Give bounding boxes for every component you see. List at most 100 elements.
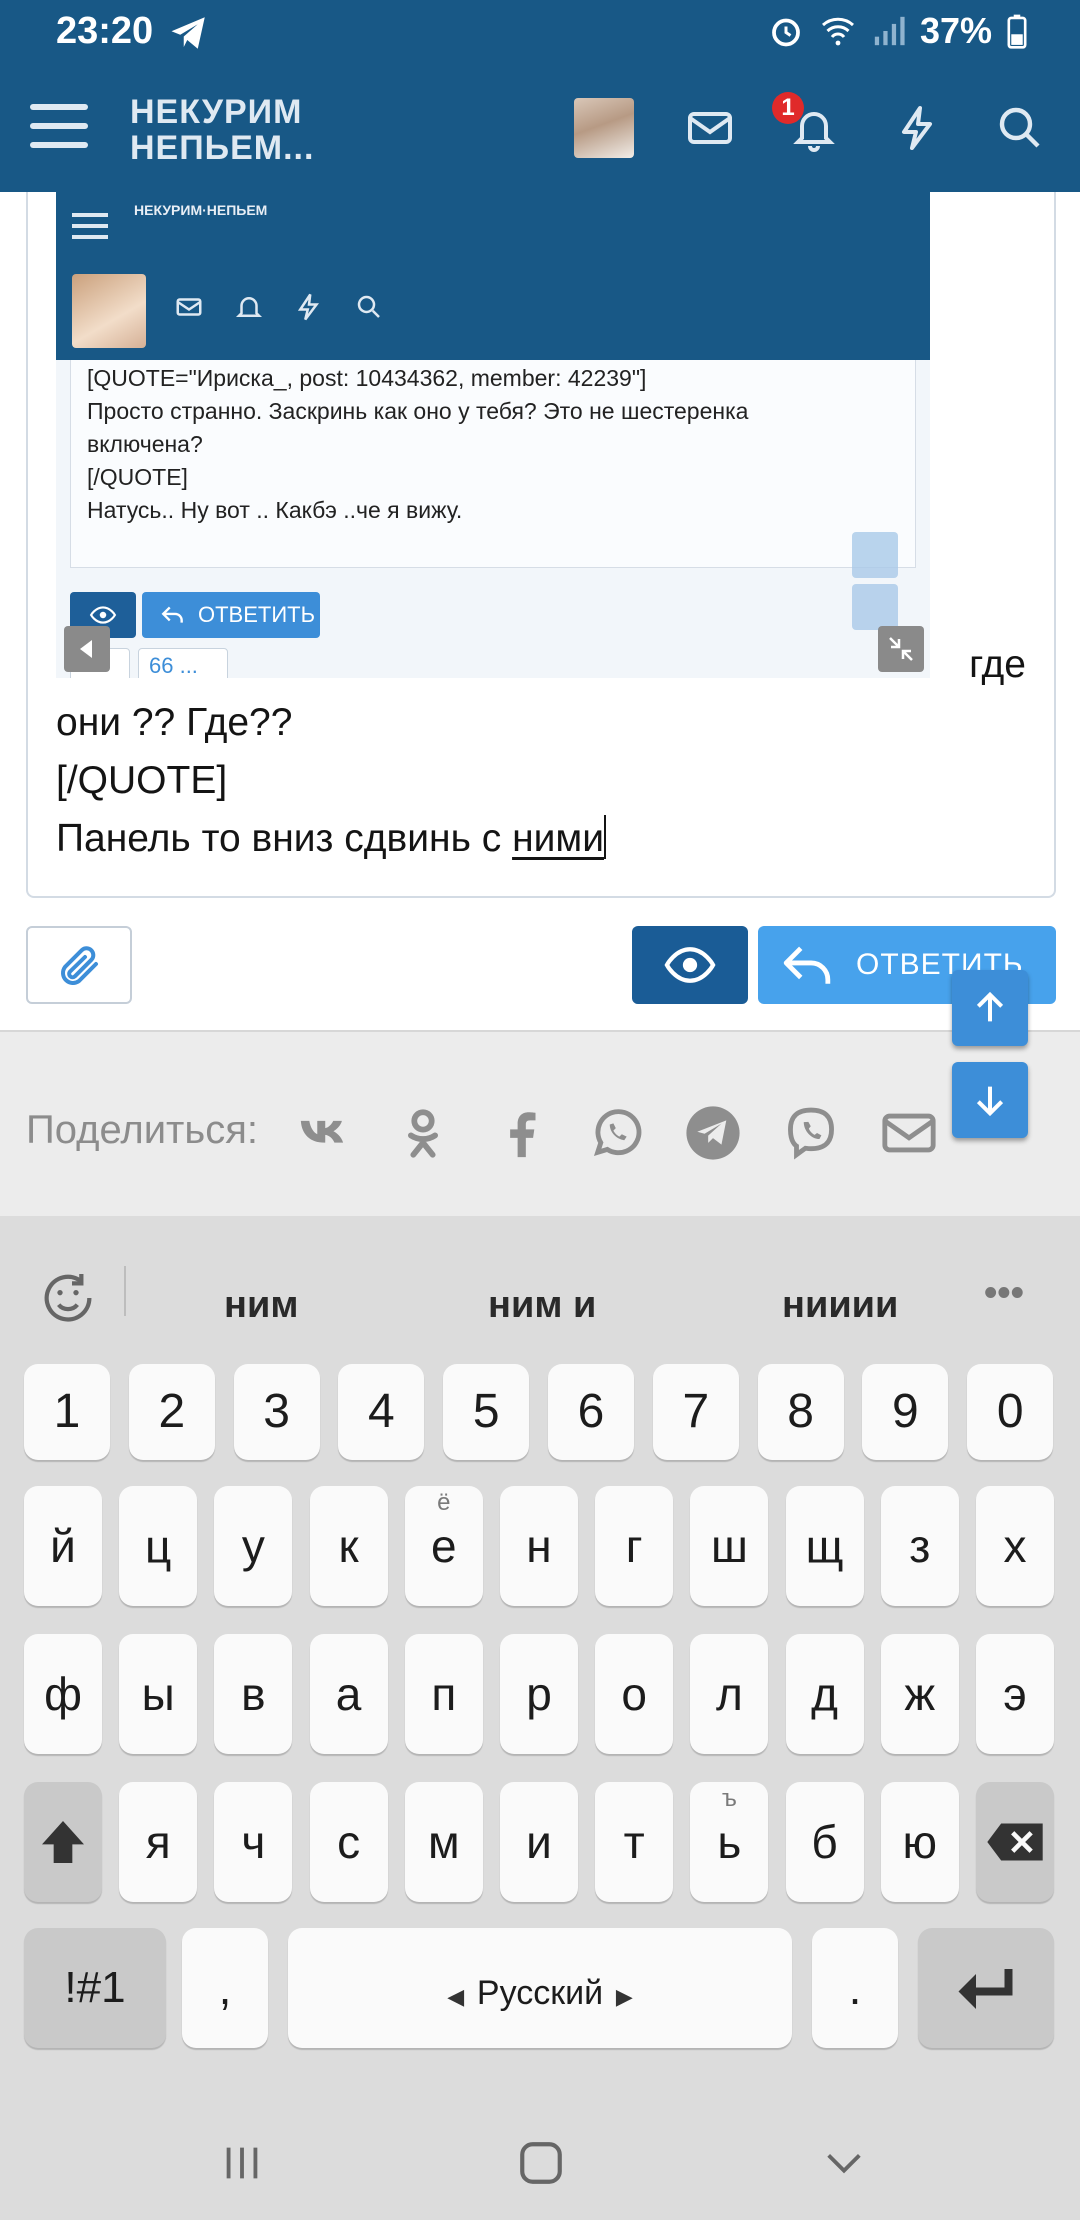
battery-icon [1007,14,1027,49]
user-avatar[interactable] [574,98,634,158]
preview-button[interactable] [632,926,748,1004]
key-у[interactable]: у [214,1486,293,1606]
key-9[interactable]: 9 [862,1364,949,1460]
key-щ[interactable]: щ [785,1486,864,1606]
search-icon[interactable] [996,104,1044,152]
key-1[interactable]: 1 [24,1364,110,1460]
key-н[interactable]: н [500,1486,578,1606]
key-ш[interactable]: ш [690,1486,769,1606]
key-ж[interactable]: ж [880,1634,959,1754]
key-5[interactable]: 5 [443,1364,530,1460]
home-icon[interactable] [516,2138,566,2188]
key-е[interactable]: её [404,1486,483,1606]
site-logo[interactable]: НЕКУРИМ НЕПЬЕМ... [130,94,314,166]
key-label: х [1003,1520,1027,1572]
key-alt-char: ё [437,1489,451,1516]
key-label: 5 [472,1385,500,1438]
editor-line-tail: где [969,643,1026,686]
key-б[interactable]: б [785,1782,864,1902]
telegram-icon[interactable] [684,1104,742,1162]
viber-icon[interactable] [782,1104,840,1162]
odnoklassniki-icon[interactable] [394,1104,452,1162]
key-к[interactable]: к [309,1486,388,1606]
key-и[interactable]: и [500,1782,578,1902]
suggestion-3[interactable]: нииии [782,1284,898,1327]
key-7[interactable]: 7 [652,1364,739,1460]
key-6[interactable]: 6 [548,1364,634,1460]
key-з[interactable]: з [880,1486,959,1606]
key-2[interactable]: 2 [128,1364,215,1460]
suggestion-1[interactable]: ним [224,1284,298,1327]
backspace-icon [987,1823,1043,1861]
key-label: с [337,1816,361,1868]
key-ю[interactable]: ю [880,1782,959,1902]
hamburger-menu-icon[interactable] [30,100,88,152]
telegram-notification-icon [171,17,205,49]
brand-line-2: НЕПЬЕМ... [130,129,315,167]
key-в[interactable]: в [214,1634,293,1754]
attach-button[interactable] [26,926,132,1004]
key-label: 0 [996,1385,1024,1438]
more-suggestions-icon[interactable]: ••• [984,1272,1024,1315]
key-х[interactable]: х [976,1486,1054,1606]
battery-percent: 37% [919,10,992,51]
key-label: 7 [682,1385,710,1438]
embedded-lightning-icon [297,293,319,321]
key-ф[interactable]: ф [24,1634,102,1754]
key-д[interactable]: д [785,1634,864,1754]
shift-key[interactable] [24,1782,102,1902]
key-ы[interactable]: ы [119,1634,198,1754]
lightning-icon[interactable] [894,104,942,152]
key-label: в [241,1668,266,1720]
embedded-scroll-up [852,532,898,578]
arrow-down-icon [976,1086,1004,1117]
hide-keyboard-icon[interactable] [820,2140,868,2186]
key-ц[interactable]: ц [119,1486,198,1606]
key-г[interactable]: г [595,1486,674,1606]
comma-key[interactable]: , [182,1928,268,2048]
enter-icon [958,1969,1013,2009]
share-label: Поделиться: [26,1108,258,1152]
period-key[interactable]: . [812,1928,898,2048]
text-cursor [603,815,606,859]
key-3[interactable]: 3 [233,1364,320,1460]
scroll-to-top-button[interactable] [952,970,1028,1046]
emoji-icon[interactable] [36,1266,100,1330]
key-label: 1 [53,1385,81,1438]
recent-apps-icon[interactable] [218,2140,266,2186]
embedded-menu-icon [72,213,108,239]
enter-key[interactable] [918,1928,1054,2048]
email-icon[interactable] [880,1104,938,1162]
symbols-key[interactable]: !#1 [24,1928,166,2048]
mail-icon[interactable] [686,104,734,152]
key-п[interactable]: п [404,1634,483,1754]
key-т[interactable]: т [595,1782,674,1902]
key-label: !#1 [64,1963,126,2012]
key-ч[interactable]: ч [214,1782,293,1902]
key-й[interactable]: й [24,1486,102,1606]
vk-icon[interactable] [296,1104,354,1162]
key-э[interactable]: э [976,1634,1054,1754]
key-4[interactable]: 4 [338,1364,425,1460]
system-nav-bar [0,2104,1080,2220]
facebook-icon[interactable] [492,1104,550,1162]
key-а[interactable]: а [309,1634,388,1754]
key-с[interactable]: с [309,1782,388,1902]
key-р[interactable]: р [500,1634,578,1754]
suggestion-2[interactable]: ним и [488,1284,596,1327]
key-label: н [526,1520,552,1572]
key-label: 6 [577,1385,605,1438]
whatsapp-icon[interactable] [588,1104,646,1162]
key-ь[interactable]: ьъ [690,1782,769,1902]
key-0[interactable]: 0 [967,1364,1054,1460]
key-8[interactable]: 8 [757,1364,844,1460]
key-л[interactable]: л [690,1634,769,1754]
key-м[interactable]: м [404,1782,483,1902]
signal-icon [874,16,905,46]
key-о[interactable]: о [595,1634,674,1754]
backspace-key[interactable] [976,1782,1054,1902]
space-key[interactable]: ◀ Русский ▶ [288,1928,792,2048]
scroll-to-bottom-button[interactable] [952,1062,1028,1138]
key-я[interactable]: я [119,1782,198,1902]
editor-text[interactable]: где они ?? Где?? [/QUOTE] Панель то вниз… [56,636,1026,868]
